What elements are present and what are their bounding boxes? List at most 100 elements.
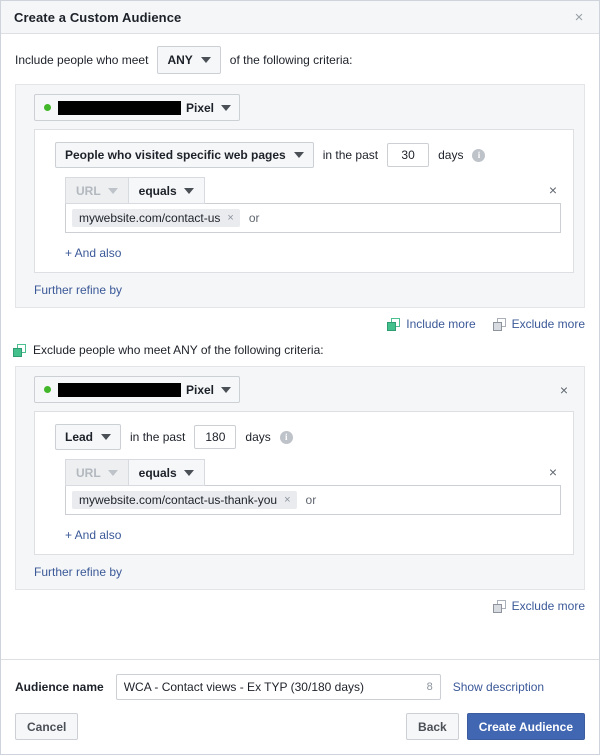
exclude-more-actions-row: Exclude more bbox=[1, 590, 599, 613]
include-pixel-row: Pixel bbox=[26, 94, 574, 121]
include-url-tag-remove-icon[interactable]: × bbox=[227, 212, 233, 224]
include-comparator-dropdown[interactable]: equals bbox=[127, 177, 205, 204]
include-url-tag-text: mywebsite.com/contact-us bbox=[79, 211, 221, 225]
back-button[interactable]: Back bbox=[406, 713, 459, 740]
exclude-more-button-bottom[interactable]: Exclude more bbox=[492, 599, 585, 613]
include-more-stack-icon bbox=[387, 317, 401, 331]
exclude-rule-card: Lead in the past days i URL bbox=[34, 411, 574, 555]
include-in-the-past-label: in the past bbox=[322, 148, 379, 162]
dialog-title: Create a Custom Audience bbox=[14, 9, 182, 25]
dialog-titlebar: Create a Custom Audience × bbox=[1, 1, 599, 34]
chevron-down-icon bbox=[107, 469, 118, 476]
audience-name-row: Audience name 8 Show description bbox=[1, 660, 599, 700]
exclude-more-button-top[interactable]: Exclude more bbox=[492, 317, 585, 331]
exclude-more-stack-icon bbox=[492, 317, 506, 331]
exclude-url-tag-text: mywebsite.com/contact-us-thank-you bbox=[79, 493, 278, 507]
include-pixel-label: Pixel bbox=[186, 100, 215, 115]
exclude-section-header: Exclude people who meet ANY of the follo… bbox=[1, 331, 599, 366]
exclude-or-label: or bbox=[305, 493, 317, 507]
exclude-criteria-section: Pixel × Lead in the past days i bbox=[15, 366, 585, 590]
include-comparator-value: equals bbox=[138, 183, 177, 198]
exclude-days-input[interactable] bbox=[194, 425, 237, 449]
exclude-url-tag-input[interactable]: mywebsite.com/contact-us-thank-you × or bbox=[65, 485, 561, 515]
include-days-input[interactable] bbox=[387, 143, 430, 167]
exclude-event-dropdown[interactable]: Lead bbox=[55, 424, 122, 450]
show-description-link[interactable]: Show description bbox=[453, 680, 544, 694]
pixel-name-redacted bbox=[58, 100, 181, 115]
include-pixel-source-dropdown[interactable]: Pixel bbox=[34, 94, 241, 121]
exclude-in-the-past-label: in the past bbox=[130, 430, 186, 444]
include-and-also-link[interactable]: + And also bbox=[65, 246, 121, 260]
include-url-tag-input[interactable]: mywebsite.com/contact-us × or bbox=[65, 203, 561, 233]
create-custom-audience-dialog: Create a Custom Audience × Include peopl… bbox=[0, 0, 600, 755]
exclude-condition-selectors: URL equals bbox=[65, 459, 561, 486]
dialog-footer: Audience name 8 Show description Cancel … bbox=[1, 659, 599, 754]
include-condition-selectors: URL equals bbox=[65, 177, 561, 204]
include-url-tag: mywebsite.com/contact-us × bbox=[72, 209, 240, 227]
include-field-dropdown[interactable]: URL bbox=[65, 177, 128, 204]
exclude-pixel-source-dropdown[interactable]: Pixel bbox=[34, 376, 241, 403]
chevron-down-icon bbox=[200, 57, 211, 63]
exclude-rule-head: Lead in the past days i bbox=[55, 424, 561, 450]
exclude-header-text: Exclude people who meet ANY of the follo… bbox=[33, 343, 324, 357]
pixel-status-dot-icon bbox=[44, 386, 51, 393]
exclude-comparator-dropdown[interactable]: equals bbox=[127, 459, 205, 486]
exclude-header-stack-icon bbox=[13, 343, 26, 357]
include-suffix-text: of the following criteria: bbox=[229, 53, 353, 67]
audience-name-input[interactable] bbox=[115, 674, 441, 700]
include-more-actions-row: Include more Exclude more bbox=[1, 308, 599, 331]
chevron-down-icon bbox=[293, 152, 304, 158]
audience-name-field: 8 bbox=[115, 674, 441, 700]
exclude-pixel-label: Pixel bbox=[186, 382, 215, 397]
include-field-value: URL bbox=[76, 183, 101, 198]
include-rule-card: People who visited specific web pages in… bbox=[34, 129, 574, 273]
include-event-dropdown[interactable]: People who visited specific web pages bbox=[55, 142, 314, 168]
exclude-further-refine-link[interactable]: Further refine by bbox=[34, 565, 122, 579]
pixel-status-dot-icon bbox=[44, 104, 51, 111]
include-intro-row: Include people who meet ANY of the follo… bbox=[1, 34, 599, 84]
exclude-pixel-row: Pixel × bbox=[26, 376, 574, 403]
exclude-and-also-link-wrap: + And also bbox=[65, 528, 561, 542]
exclude-event-value: Lead bbox=[65, 430, 94, 444]
include-further-refine-wrap: Further refine by bbox=[34, 283, 574, 297]
include-more-button[interactable]: Include more bbox=[387, 317, 476, 331]
audience-name-label: Audience name bbox=[15, 680, 104, 694]
exclude-comparator-value: equals bbox=[138, 465, 177, 480]
dialog-body: Include people who meet ANY of the follo… bbox=[1, 34, 599, 659]
exclude-and-also-link[interactable]: + And also bbox=[65, 528, 121, 542]
exclude-field-dropdown[interactable]: URL bbox=[65, 459, 128, 486]
exclude-more-label-bottom: Exclude more bbox=[511, 599, 585, 613]
exclude-field-value: URL bbox=[76, 465, 101, 480]
chevron-down-icon bbox=[107, 187, 118, 194]
chevron-down-icon bbox=[183, 187, 194, 194]
include-prefix-text: Include people who meet bbox=[15, 53, 149, 67]
close-icon[interactable]: × bbox=[569, 7, 589, 27]
include-match-operator-value: ANY bbox=[167, 53, 193, 67]
exclude-pixel-remove-icon[interactable]: × bbox=[556, 383, 572, 397]
exclude-days-label: days bbox=[245, 430, 271, 444]
chevron-down-icon bbox=[101, 434, 112, 440]
include-match-operator-dropdown[interactable]: ANY bbox=[157, 46, 221, 74]
chevron-down-icon bbox=[221, 386, 232, 393]
info-icon[interactable]: i bbox=[472, 148, 486, 162]
include-rule-head: People who visited specific web pages in… bbox=[55, 142, 561, 168]
include-condition-block: URL equals × mywebsite.com/contact-us × bbox=[65, 177, 561, 233]
exclude-more-label-top: Exclude more bbox=[511, 317, 585, 331]
include-more-label: Include more bbox=[406, 317, 476, 331]
exclude-further-refine-wrap: Further refine by bbox=[34, 565, 574, 579]
exclude-more-stack-icon bbox=[492, 599, 506, 613]
include-and-also-link-wrap: + And also bbox=[65, 246, 561, 260]
include-event-value: People who visited specific web pages bbox=[65, 148, 286, 162]
info-icon[interactable]: i bbox=[279, 430, 293, 444]
exclude-condition-block: URL equals × mywebsite.com/contact-us-th… bbox=[65, 459, 561, 515]
audience-name-char-count: 8 bbox=[426, 681, 433, 693]
include-further-refine-link[interactable]: Further refine by bbox=[34, 283, 122, 297]
chevron-down-icon bbox=[183, 469, 194, 476]
exclude-url-tag-remove-icon[interactable]: × bbox=[284, 494, 290, 506]
cancel-button[interactable]: Cancel bbox=[15, 713, 79, 740]
create-audience-button[interactable]: Create Audience bbox=[466, 713, 585, 740]
pixel-name-redacted bbox=[58, 382, 181, 397]
dialog-button-row: Cancel Back Create Audience bbox=[1, 700, 599, 754]
chevron-down-icon bbox=[221, 104, 232, 111]
include-or-label: or bbox=[248, 211, 260, 225]
